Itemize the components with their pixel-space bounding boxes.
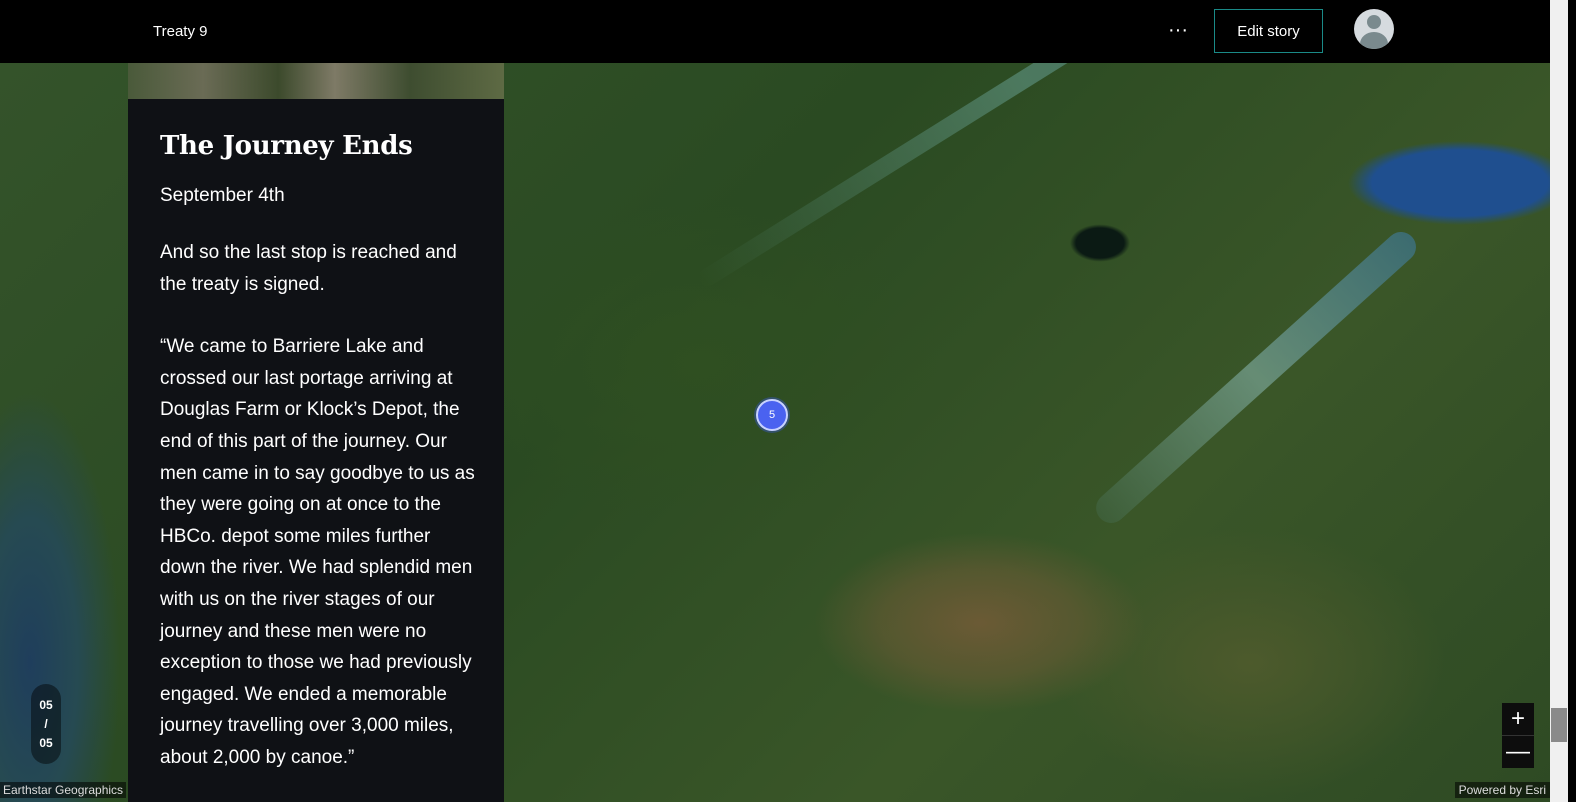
powered-by-esri[interactable]: Powered by Esri [1454, 782, 1550, 798]
zoom-in-button[interactable]: + [1502, 703, 1534, 735]
progress-total: 05 [39, 735, 53, 750]
user-avatar-icon[interactable] [1354, 9, 1394, 49]
panel-quote: “We came to Barriere Lake and crossed ou… [160, 336, 475, 768]
more-options-icon[interactable]: ··· [1164, 16, 1192, 46]
story-title: Treaty 9 [153, 23, 208, 40]
window-edge [1568, 0, 1576, 802]
progress-current: 05 [39, 697, 53, 712]
panel-header-image [128, 63, 504, 99]
avatar-head [1367, 15, 1381, 29]
marker-count: 5 [756, 399, 788, 431]
map-cluster-marker[interactable]: 5 [754, 397, 790, 433]
slide-progress-indicator: 05 / 05 [31, 684, 61, 764]
story-panel: The Journey Ends September 4th And so th… [128, 63, 504, 802]
page-scrollbar[interactable] [1550, 0, 1568, 802]
panel-paragraph: And so the last stop is reached and the … [160, 242, 457, 295]
edit-story-button[interactable]: Edit story [1214, 9, 1323, 53]
map-attribution: Earthstar Geographics [0, 782, 127, 798]
panel-title: The Journey Ends [160, 131, 413, 161]
river-feature [1089, 225, 1423, 530]
zoom-controls: + — [1502, 703, 1534, 768]
panel-date: September 4th [160, 185, 285, 206]
zoom-out-button[interactable]: — [1502, 735, 1534, 768]
progress-separator: / [44, 716, 48, 731]
avatar-body [1360, 32, 1388, 49]
top-bar: Treaty 9 ··· Edit story [0, 0, 1550, 63]
scrollbar-thumb[interactable] [1551, 708, 1567, 742]
panel-content: The Journey Ends September 4th And so th… [160, 131, 478, 802]
